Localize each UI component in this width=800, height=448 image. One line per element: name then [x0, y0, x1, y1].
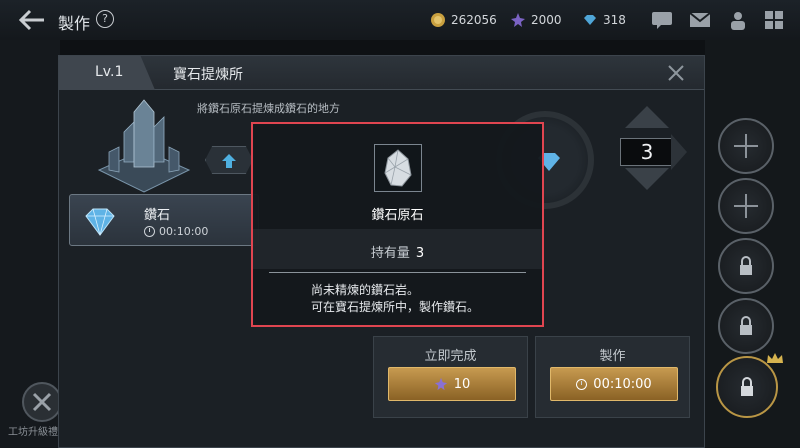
character-icon[interactable]	[726, 8, 750, 32]
side-slot-add-1[interactable]	[718, 118, 774, 174]
page-title: 製作	[58, 14, 91, 33]
item-info-popup: 鑽石原石 持有量 3 尚未精煉的鑽石岩。 可在寶石提煉所中，製作鑽石。	[251, 122, 544, 327]
recipe-time-value: 00:10:00	[159, 225, 209, 238]
lock-icon	[740, 256, 752, 275]
top-bar: 製作 ? 262056 2000 318	[0, 0, 800, 40]
item-description-line-1: 尚未精煉的鑽石岩。	[311, 283, 420, 297]
workshop-package-button[interactable]	[22, 382, 62, 422]
crown-icon	[767, 353, 783, 363]
owned-amount: 持有量 3	[253, 242, 542, 261]
craft-panel: 製作 00:10:00	[535, 336, 690, 418]
diamond-resource: 318	[582, 11, 626, 29]
recipe-item-diamond[interactable]: 鑽石 00:10:00	[69, 194, 259, 246]
dialog-title: 寶石提煉所	[173, 67, 243, 83]
diamond-amount: 318	[603, 13, 626, 27]
refinery-building-image	[97, 99, 191, 193]
back-arrow-icon[interactable]	[18, 9, 46, 31]
blue-diamond-icon	[584, 15, 596, 25]
level-tab: Lv.1	[59, 56, 155, 90]
plus-icon	[734, 194, 758, 218]
lock-icon	[740, 316, 752, 335]
owned-value: 3	[415, 246, 425, 261]
purple-crystal-icon	[434, 377, 447, 391]
crystal-amount: 2000	[531, 13, 562, 27]
instant-complete-cost: 10	[453, 376, 471, 392]
menu-grid-icon[interactable]	[762, 8, 786, 32]
diamond-icon	[85, 208, 115, 236]
item-icon-frame	[374, 144, 422, 192]
quantity-value[interactable]: 3	[620, 138, 674, 166]
item-description: 尚未精煉的鑽石岩。 可在寶石提煉所中，製作鑽石。	[311, 282, 479, 316]
mail-icon[interactable]	[688, 8, 712, 32]
gold-amount: 262056	[451, 13, 497, 27]
close-icon[interactable]	[665, 62, 687, 84]
plus-icon	[734, 134, 758, 158]
help-icon[interactable]: ?	[96, 10, 114, 28]
crossed-tools-icon	[32, 392, 52, 412]
owned-label: 持有量	[370, 246, 410, 261]
crystal-resource: 2000	[510, 11, 562, 29]
craft-label: 製作	[599, 349, 626, 364]
instant-complete-button[interactable]: 10	[388, 367, 516, 401]
quantity-decrease-button[interactable]	[625, 168, 669, 190]
instant-complete-panel: 立即完成 10	[373, 336, 528, 418]
recipe-time: 00:10:00	[144, 225, 208, 238]
item-name: 鑽石原石	[371, 208, 424, 223]
upgrade-arrow-icon	[222, 154, 236, 168]
item-description-line-2: 可在寶石提煉所中，製作鑽石。	[311, 300, 480, 314]
clock-icon	[576, 378, 588, 390]
upgrade-button[interactable]	[205, 146, 253, 174]
chat-icon[interactable]	[650, 8, 674, 32]
side-slot-locked-1[interactable]	[718, 238, 774, 294]
instant-complete-label: 立即完成	[424, 349, 477, 364]
dialog-header: Lv.1 寶石提煉所	[59, 56, 704, 90]
clock-icon	[144, 226, 155, 237]
quantity-increase-button[interactable]	[625, 106, 669, 128]
side-slot-add-2[interactable]	[718, 178, 774, 234]
craft-button[interactable]: 00:10:00	[550, 367, 678, 401]
lock-icon	[741, 377, 753, 396]
purple-crystal-icon	[511, 13, 525, 27]
gold-resource: 262056	[430, 11, 497, 29]
side-slot-locked-premium[interactable]	[716, 356, 778, 418]
divider	[269, 272, 526, 273]
quantity-max-button[interactable]	[671, 134, 687, 170]
gold-coin-icon	[431, 13, 445, 27]
building-description: 將鑽石原石提煉成鑽石的地方	[197, 102, 340, 115]
side-slot-locked-2[interactable]	[718, 298, 774, 354]
recipe-name: 鑽石	[144, 208, 171, 223]
craft-time: 00:10:00	[593, 376, 652, 392]
rough-diamond-icon	[384, 149, 412, 187]
